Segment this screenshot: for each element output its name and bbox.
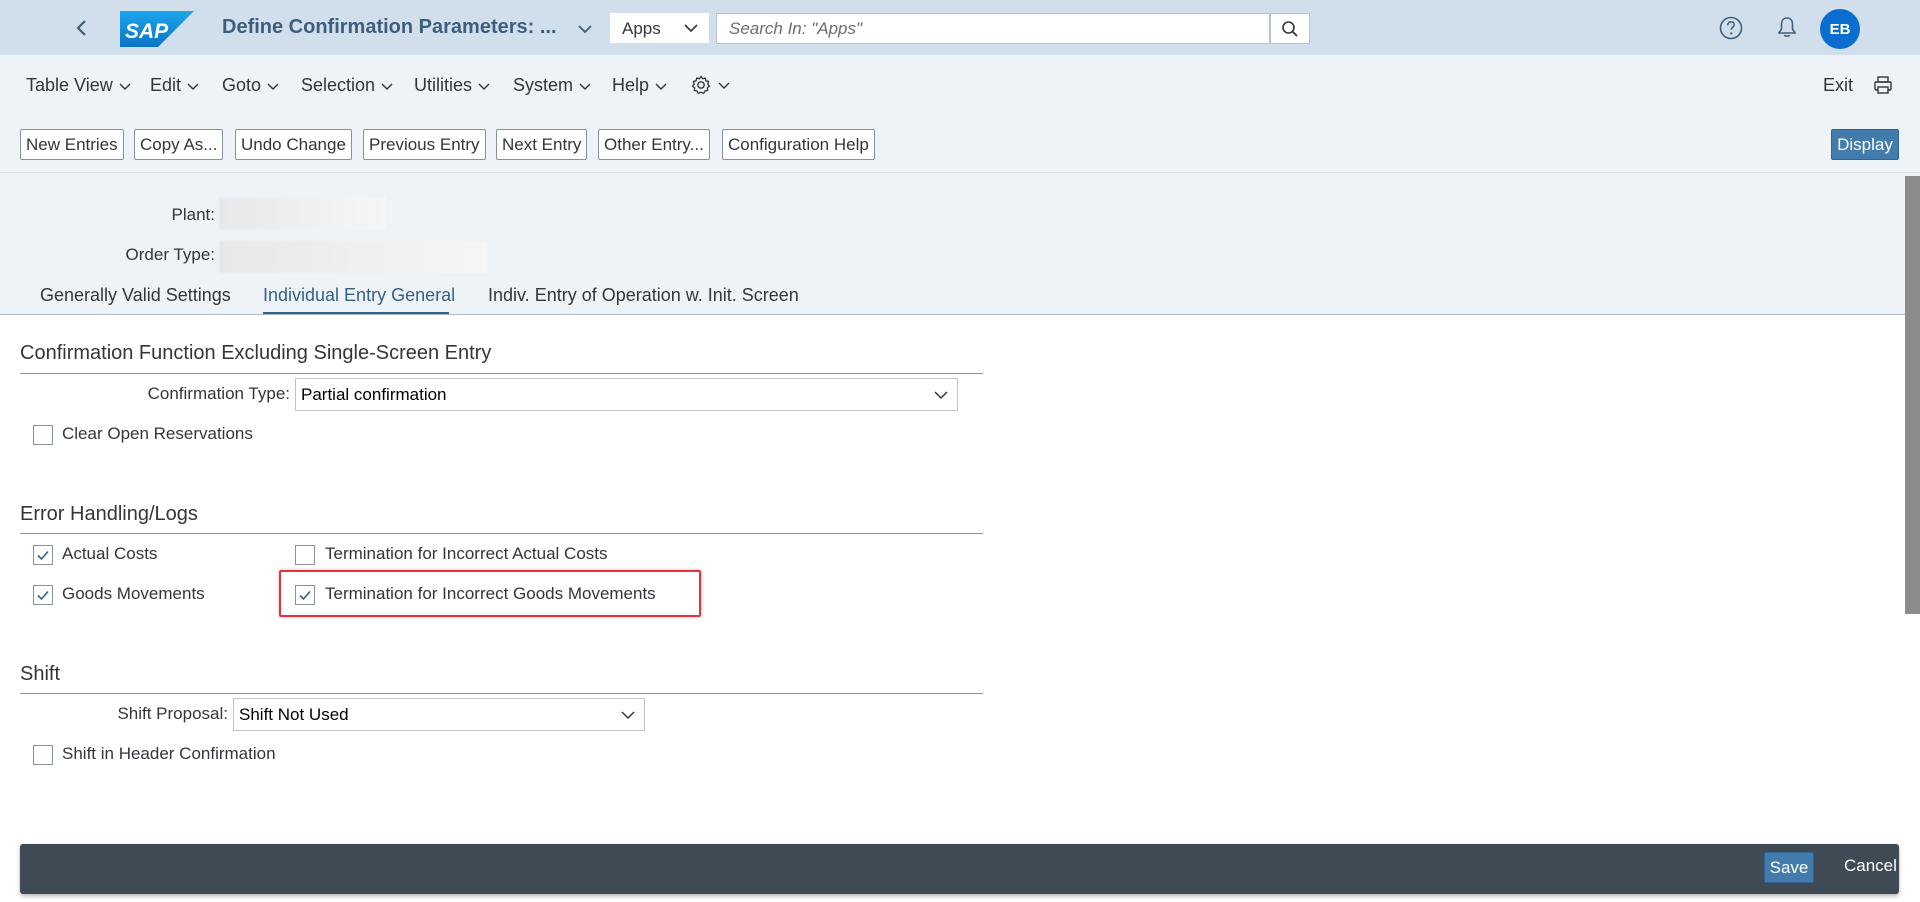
menu-label: Goto xyxy=(222,75,262,95)
search-scope-value: Apps xyxy=(622,19,661,38)
menu-goto[interactable]: Goto xyxy=(222,75,281,96)
menu-label: Edit xyxy=(150,75,182,95)
shell-bar: SAP Define Confirmation Parameters: ... … xyxy=(0,0,1920,55)
menu-label: Help xyxy=(612,75,650,95)
shift-proposal-value: Shift Not Used xyxy=(239,705,349,724)
copy-as-button[interactable]: Copy As... xyxy=(134,129,224,160)
menu-table-view[interactable]: Table View xyxy=(26,75,133,96)
new-entries-button[interactable]: New Entries xyxy=(20,129,124,160)
gear-icon xyxy=(691,75,711,95)
order-type-label: Order Type: xyxy=(125,245,215,264)
app-title[interactable]: Define Confirmation Parameters: ... xyxy=(222,16,557,39)
menu-label: System xyxy=(513,75,574,95)
exit-button[interactable]: Exit xyxy=(1823,75,1853,96)
sap-logo-text: SAP xyxy=(125,20,169,43)
chevron-down-icon xyxy=(381,83,393,90)
search-button[interactable] xyxy=(1270,13,1310,44)
chevron-down-icon xyxy=(621,711,635,720)
actual-costs-checkbox[interactable] xyxy=(33,545,53,565)
clear-open-reservations-checkbox[interactable] xyxy=(33,425,53,445)
highlight-box xyxy=(279,570,701,617)
shift-section-title: Shift xyxy=(20,663,61,685)
order-type-field[interactable] xyxy=(220,241,488,273)
tabs-divider xyxy=(0,314,1920,315)
shift-proposal-label: Shift Proposal: xyxy=(117,704,228,723)
confirmation-type-label: Confirmation Type: xyxy=(147,384,290,403)
chevron-down-icon xyxy=(684,24,698,33)
menu-edit[interactable]: Edit xyxy=(150,75,201,96)
undo-change-button[interactable]: Undo Change xyxy=(235,129,352,160)
shift-header-confirmation-label: Shift in Header Confirmation xyxy=(62,744,276,763)
menu-label: Utilities xyxy=(414,75,473,95)
save-button[interactable]: Save xyxy=(1764,852,1814,883)
chevron-down-icon xyxy=(579,83,591,90)
search-icon xyxy=(1282,20,1298,37)
confirmation-type-value: Partial confirmation xyxy=(301,385,447,404)
section-divider xyxy=(20,693,983,694)
error-handling-section-title: Error Handling/Logs xyxy=(20,503,198,525)
tab-indiv-entry-operation[interactable]: Indiv. Entry of Operation w. Init. Scree… xyxy=(488,285,799,306)
configuration-help-button[interactable]: Configuration Help xyxy=(722,129,875,160)
search-input[interactable] xyxy=(716,13,1270,44)
search-scope-select[interactable]: Apps xyxy=(610,13,710,43)
menu-label: Selection xyxy=(301,75,376,95)
goods-movements-checkbox[interactable] xyxy=(33,585,53,605)
menu-utilities[interactable]: Utilities xyxy=(414,75,492,96)
chevron-down-icon xyxy=(655,83,667,90)
vertical-scrollbar[interactable] xyxy=(1905,176,1920,614)
menu-system[interactable]: System xyxy=(513,75,593,96)
chevron-down-icon xyxy=(718,82,730,89)
chevron-left-icon xyxy=(76,20,86,36)
previous-entry-button[interactable]: Previous Entry xyxy=(363,129,486,160)
menu-help[interactable]: Help xyxy=(612,75,669,96)
clear-open-reservations-label: Clear Open Reservations xyxy=(62,424,253,443)
chevron-down-icon xyxy=(934,391,948,400)
chevron-down-icon[interactable] xyxy=(574,18,596,40)
actual-costs-label: Actual Costs xyxy=(62,544,158,563)
plant-field[interactable] xyxy=(220,197,386,229)
menu-selection[interactable]: Selection xyxy=(301,75,395,96)
chevron-down-icon xyxy=(187,83,199,90)
checkmark-icon xyxy=(37,590,49,601)
shift-proposal-select[interactable]: Shift Not Used xyxy=(233,698,645,731)
footer-bar: Save Cancel xyxy=(20,844,1899,894)
chevron-down-icon xyxy=(119,83,131,90)
chevron-down-icon xyxy=(478,83,490,90)
print-icon[interactable] xyxy=(1872,74,1894,96)
display-button[interactable]: Display xyxy=(1831,129,1899,160)
tab-generally-valid-settings[interactable]: Generally Valid Settings xyxy=(40,285,231,306)
term-actual-costs-checkbox[interactable] xyxy=(295,545,315,565)
section-divider xyxy=(20,533,983,534)
object-header: Plant: Order Type: Generally Valid Setti… xyxy=(0,172,1920,315)
checkmark-icon xyxy=(37,550,49,561)
confirmation-section-title: Confirmation Function Excluding Single-S… xyxy=(20,342,492,364)
plant-label: Plant: xyxy=(171,205,215,224)
confirmation-type-select[interactable]: Partial confirmation xyxy=(295,378,958,411)
goods-movements-label: Goods Movements xyxy=(62,584,205,603)
shift-header-confirmation-checkbox[interactable] xyxy=(33,745,53,765)
term-actual-costs-label: Termination for Incorrect Actual Costs xyxy=(325,544,608,563)
other-entry-button[interactable]: Other Entry... xyxy=(598,129,710,160)
menu-toolbar-area: Table View Edit Goto Selection Utilities… xyxy=(0,55,1920,172)
chevron-down-icon xyxy=(267,83,279,90)
cancel-button[interactable]: Cancel xyxy=(1844,856,1897,876)
back-button[interactable] xyxy=(68,14,96,42)
bell-icon[interactable] xyxy=(1774,14,1800,40)
menu-settings[interactable] xyxy=(690,74,732,96)
user-avatar[interactable]: EB xyxy=(1820,9,1860,49)
menu-label: Table View xyxy=(26,75,113,95)
section-divider xyxy=(20,373,983,374)
next-entry-button[interactable]: Next Entry xyxy=(496,129,588,160)
help-icon[interactable] xyxy=(1718,15,1744,41)
tab-individual-entry-general[interactable]: Individual Entry General xyxy=(263,285,455,306)
sap-logo[interactable]: SAP xyxy=(120,11,194,47)
